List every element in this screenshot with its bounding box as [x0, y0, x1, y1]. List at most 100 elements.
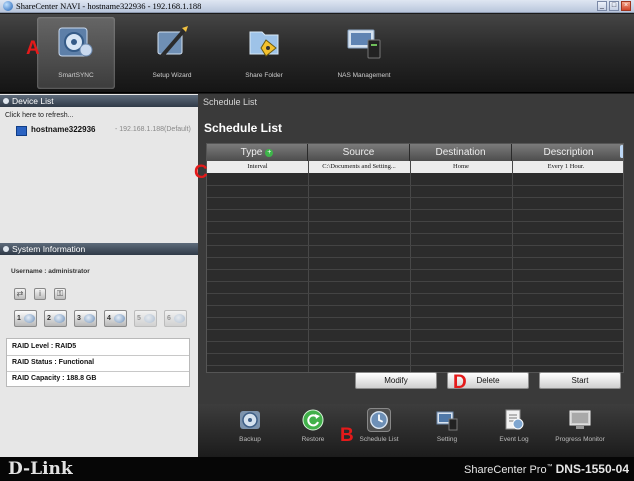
raid-capacity: RAID Capacity : 188.8 GB: [12, 375, 97, 382]
bottom-item-label: Restore: [301, 436, 325, 443]
disk-slot-5[interactable]: 5: [134, 310, 157, 327]
nas-management-icon: [347, 29, 381, 59]
row-divider: [207, 233, 623, 234]
toolbar-item-label: NAS Management: [337, 72, 391, 79]
event-log-icon: [505, 409, 524, 430]
bottom-item-label: Schedule List: [359, 436, 399, 443]
row-divider: [207, 197, 623, 198]
row-divider: [207, 245, 623, 246]
cell-destination: Home: [453, 163, 469, 170]
start-button[interactable]: Start: [539, 372, 621, 389]
bottom-item-label: Event Log: [499, 436, 529, 443]
disk-slot-1[interactable]: 1: [14, 310, 37, 327]
bottom-item-backup[interactable]: Backup: [219, 404, 281, 457]
progress-monitor-icon: [569, 410, 591, 429]
disk-icon: [84, 314, 95, 323]
column-header-source[interactable]: Source: [308, 144, 410, 161]
table-header: Type + Source Destination Description: [207, 144, 623, 161]
app-window: ShareCenter NAVI - hostname322936 - 192.…: [0, 0, 634, 481]
device-ip: - 192.168.1.188(Default): [115, 126, 191, 133]
cell-type: Interval: [247, 163, 268, 170]
add-icon[interactable]: +: [265, 149, 274, 157]
main-toolbar: SmartSYNC Setup Wizard Share Folder NAS …: [0, 14, 634, 93]
breadcrumb: Schedule List: [203, 97, 258, 107]
page-title: Schedule List: [204, 121, 283, 135]
disk-icon: [54, 314, 65, 323]
disk-icon: [144, 314, 155, 323]
row-divider: [207, 281, 623, 282]
disk-number: 5: [137, 315, 141, 322]
row-divider: [207, 185, 623, 186]
left-panel: Device List Click here to refresh... hos…: [0, 94, 198, 457]
disk-number: 3: [77, 315, 81, 322]
app-icon: [3, 1, 13, 11]
column-header-description[interactable]: Description: [512, 144, 623, 161]
share-folder-icon: [249, 31, 279, 57]
disk-slot-2[interactable]: 2: [44, 310, 67, 327]
collapse-dot-icon[interactable]: [3, 246, 9, 252]
info-icon[interactable]: i: [34, 288, 46, 300]
disk-slot-6[interactable]: 6: [164, 310, 187, 327]
device-name: hostname322936: [31, 125, 96, 134]
title-bar: ShareCenter NAVI - hostname322936 - 192.…: [0, 0, 634, 13]
window-title: ShareCenter NAVI - hostname322936 - 192.…: [16, 1, 202, 11]
smartsync-icon: [58, 27, 93, 57]
row-divider: [207, 341, 623, 342]
toolbar-item-setup-wizard[interactable]: Setup Wizard: [133, 17, 211, 89]
disk-slot-4[interactable]: 4: [104, 310, 127, 327]
bottom-item-restore[interactable]: Restore: [282, 404, 344, 457]
disk-icon: [114, 314, 125, 323]
row-divider: [207, 329, 623, 330]
lock-icon[interactable]: ⚿: [54, 288, 66, 300]
raid-info-box: RAID Level : RAID5 RAID Status : Functio…: [6, 338, 190, 387]
bottom-item-event-log[interactable]: Event Log: [483, 404, 545, 457]
cell-description: Every 1 Hour.: [547, 163, 585, 170]
row-divider: [207, 209, 623, 210]
refresh-link[interactable]: Click here to refresh...: [5, 112, 73, 119]
bottom-item-label: Progress Monitor: [555, 436, 605, 443]
toolbar-item-label: SmartSYNC: [58, 72, 94, 79]
bottom-item-setting[interactable]: Setting: [416, 404, 478, 457]
table-row[interactable]: Interval C:\Documents and Setting... Hom…: [207, 161, 623, 173]
bottom-item-schedule-list[interactable]: Schedule List: [348, 404, 410, 457]
row-divider: [207, 293, 623, 294]
setting-icon: [436, 411, 458, 431]
username-label: Username : administrator: [11, 268, 90, 275]
divider: [7, 355, 189, 356]
product-name: ShareCenter Pro™ DNS-1550-04: [464, 462, 629, 476]
device-list-header: Device List: [0, 95, 198, 107]
toolbar-item-label: Share Folder: [245, 72, 283, 79]
toolbar-item-nas-management[interactable]: NAS Management: [325, 17, 403, 89]
schedule-table: Type + Source Destination Description Int…: [206, 143, 624, 373]
backup-icon: [240, 411, 260, 429]
minimize-button[interactable]: _: [597, 1, 607, 11]
close-button[interactable]: ×: [621, 1, 631, 11]
row-divider: [207, 257, 623, 258]
schedule-list-icon: [367, 408, 391, 432]
disk-slot-3[interactable]: 3: [74, 310, 97, 327]
collapse-dot-icon[interactable]: [3, 98, 9, 104]
toolbar-item-smartsync[interactable]: SmartSYNC: [37, 17, 115, 89]
bottom-item-progress-monitor[interactable]: Progress Monitor: [549, 404, 611, 457]
column-header-type[interactable]: Type +: [207, 144, 308, 161]
row-divider: [207, 353, 623, 354]
bottom-item-label: Backup: [239, 436, 261, 443]
dlink-logo: D-Link: [8, 459, 73, 479]
disk-icon: [174, 314, 185, 323]
callout-a: A: [26, 38, 40, 59]
share-icon[interactable]: ⇄: [14, 288, 26, 300]
callout-b: B: [340, 425, 354, 446]
toolbar-item-share-folder[interactable]: Share Folder: [225, 17, 303, 89]
device-list-item[interactable]: hostname322936 - 192.168.1.188(Default): [3, 124, 198, 138]
raid-status: RAID Status : Functional: [12, 359, 95, 366]
column-header-destination[interactable]: Destination: [410, 144, 512, 161]
disk-icon: [24, 314, 35, 323]
disk-number: 4: [107, 315, 111, 322]
maximize-button[interactable]: □: [609, 1, 619, 11]
modify-button[interactable]: Modify: [355, 372, 437, 389]
column-label: Type: [240, 147, 263, 158]
product-label: ShareCenter Pro: [464, 464, 547, 476]
footer: D-Link ShareCenter Pro™ DNS-1550-04: [0, 457, 634, 481]
setup-wizard-icon: [157, 26, 188, 58]
scrollbar-thumb[interactable]: [620, 145, 623, 158]
